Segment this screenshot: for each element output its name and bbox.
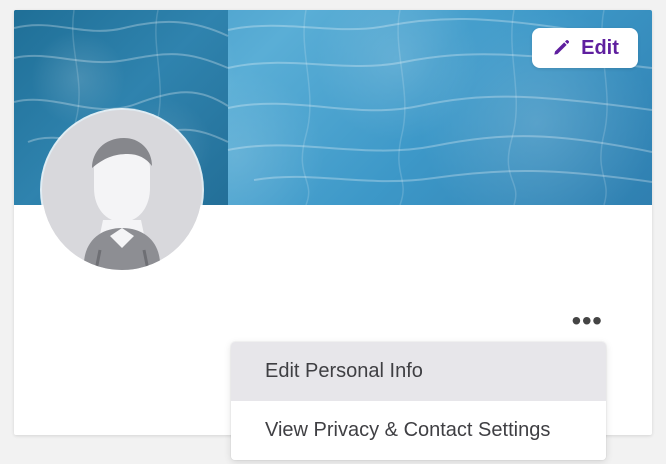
avatar[interactable] <box>42 110 202 270</box>
menu-item-edit-personal-info[interactable]: Edit Personal Info <box>231 342 606 401</box>
profile-options-menu: Edit Personal Info View Privacy & Contac… <box>231 342 606 460</box>
pencil-icon <box>554 39 570 55</box>
menu-item-view-privacy-contact-settings[interactable]: View Privacy & Contact Settings <box>231 401 606 460</box>
default-person-avatar-icon <box>42 110 202 270</box>
edit-cover-label: Edit <box>581 36 619 59</box>
more-options-button[interactable]: ••• <box>570 307 604 335</box>
edit-cover-button[interactable]: Edit <box>532 28 638 68</box>
